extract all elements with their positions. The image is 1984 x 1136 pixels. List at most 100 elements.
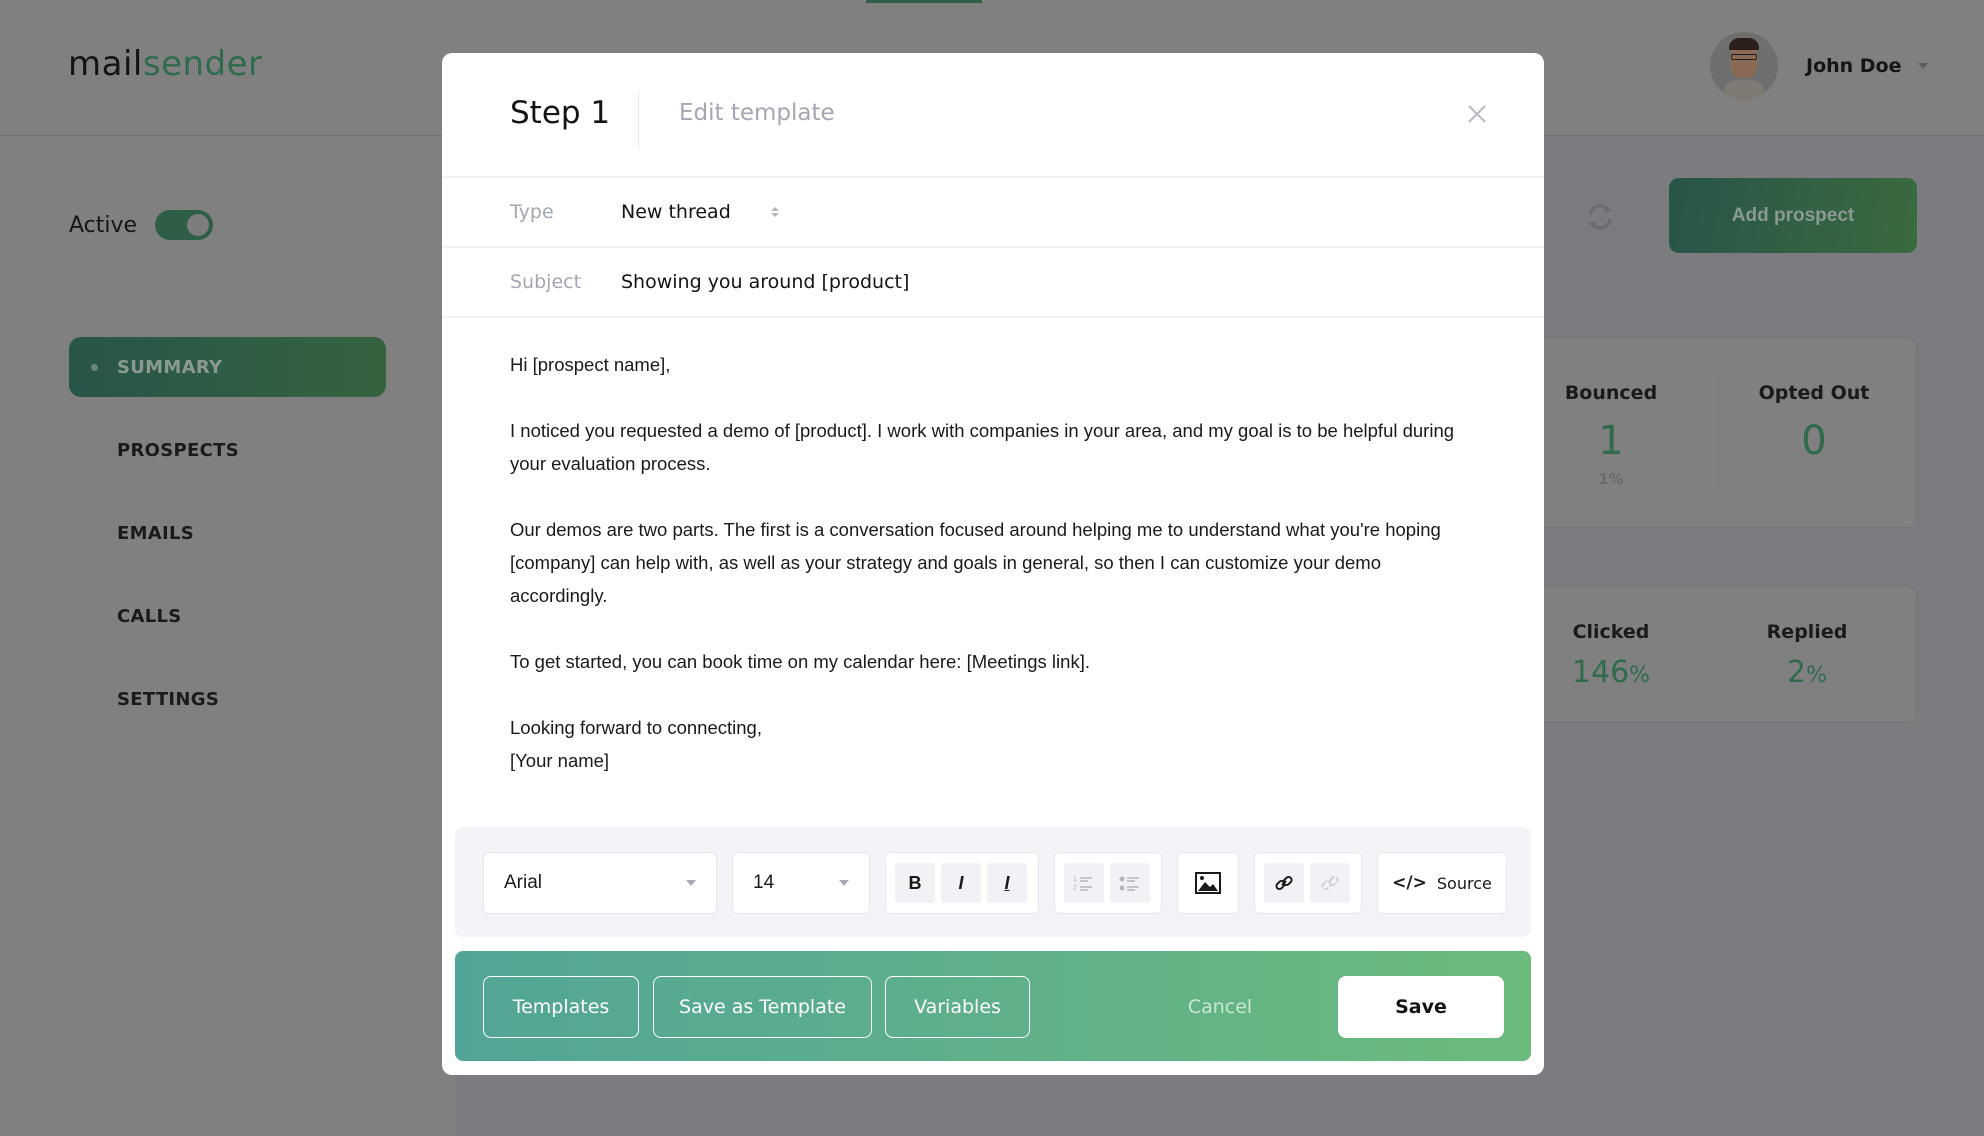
stat-label: Replied (1766, 621, 1848, 643)
svg-text:2: 2 (1073, 885, 1077, 892)
chevron-down-icon (839, 880, 849, 886)
subject-label: Subject (510, 271, 582, 293)
unlink-icon (1321, 875, 1339, 891)
insert-image-button[interactable] (1177, 852, 1239, 914)
divider (1718, 378, 1719, 488)
sidebar-item-label: PROSPECTS (117, 439, 239, 461)
stat-subvalue: 1% (1598, 470, 1624, 488)
bold-icon: B (908, 872, 922, 893)
sidebar-item-label: SETTINGS (117, 688, 220, 710)
save-button[interactable]: Save (1338, 976, 1504, 1038)
bold-button[interactable]: B (895, 863, 935, 903)
list-group: 1 2 (1054, 852, 1162, 914)
font-family-select[interactable]: Arial (483, 852, 717, 914)
type-value: New thread (621, 201, 731, 223)
stat-unit: % (1806, 663, 1827, 688)
stat-label: Bounced (1564, 382, 1658, 404)
font-family-value: Arial (504, 872, 543, 893)
bullet-list-icon (1119, 876, 1139, 891)
email-body-editor[interactable]: Hi [prospect name], I noticed you reques… (442, 318, 1544, 824)
italic-icon: I (958, 872, 964, 893)
user-menu[interactable]: John Doe (1710, 32, 1928, 100)
underline-icon: I (1004, 872, 1010, 893)
sidebar-item-calls[interactable]: CALLS (69, 586, 386, 646)
link-group (1254, 852, 1362, 914)
user-name: John Doe (1806, 55, 1902, 77)
chevron-down-icon (1917, 63, 1928, 69)
underline-button[interactable]: I (987, 863, 1027, 903)
body-paragraph: Hi [prospect name], (510, 354, 671, 375)
image-icon (1195, 872, 1221, 894)
stat-replied: Replied 2% (1737, 621, 1877, 690)
unlink-button[interactable] (1310, 863, 1350, 903)
top-active-indicator (866, 0, 982, 3)
stat-label: Opted Out (1758, 382, 1870, 404)
stat-value: 1 (1598, 418, 1624, 464)
stat-number: 2 (1787, 655, 1807, 690)
sidebar-item-label: CALLS (117, 605, 182, 627)
stat-value: 0 (1801, 418, 1827, 464)
logo-mail: mail (68, 44, 143, 84)
link-icon (1275, 875, 1293, 891)
active-dot-icon (91, 364, 98, 371)
font-size-value: 14 (753, 872, 775, 893)
insert-link-button[interactable] (1264, 863, 1304, 903)
subject-row: Subject Showing you around [product] (442, 248, 1544, 318)
divider (638, 91, 639, 149)
stat-value: 2% (1737, 655, 1877, 690)
type-label: Type (510, 201, 554, 223)
stat-label: Clicked (1572, 621, 1650, 643)
templates-button[interactable]: Templates (483, 976, 639, 1038)
stat-value: 146% (1541, 655, 1681, 690)
cancel-button[interactable]: Cancel (1175, 976, 1265, 1038)
stat-bounced: Bounced 1 1% (1541, 382, 1681, 488)
subject-input[interactable]: Showing you around [product] (621, 271, 909, 293)
active-toggle-row: Active (69, 210, 214, 240)
body-paragraph: Looking forward to connecting, (510, 717, 762, 738)
chevron-down-icon (686, 880, 696, 886)
sidebar-item-label: SUMMARY (117, 356, 223, 378)
modal-footer: Templates Save as Template Variables Can… (455, 951, 1531, 1061)
ordered-list-button[interactable]: 1 2 (1064, 863, 1104, 903)
modal-title: Step 1 (510, 95, 611, 131)
source-button[interactable]: </> Source (1377, 852, 1507, 914)
text-style-group: B I I (885, 852, 1039, 914)
ordered-list-icon: 1 2 (1073, 876, 1092, 892)
stats-card: Clicked 146% Replied 2% (1500, 586, 1917, 723)
body-paragraph: [Your name] (510, 750, 610, 771)
svg-text:1: 1 (1073, 876, 1077, 883)
stat-opted-out: Opted Out 0 (1729, 382, 1899, 464)
select-arrows-icon (770, 207, 779, 217)
sidebar-item-prospects[interactable]: PROSPECTS (69, 420, 386, 480)
sidebar-item-emails[interactable]: EMAILS (69, 503, 386, 563)
variables-button[interactable]: Variables (885, 976, 1030, 1038)
sidebar-item-settings[interactable]: SETTINGS (69, 669, 386, 729)
modal-header: Step 1 Edit template (442, 53, 1544, 178)
sidebar-item-label: EMAILS (117, 522, 195, 544)
sidebar-item-summary[interactable]: SUMMARY (69, 337, 386, 397)
toggle-knob (187, 214, 210, 236)
type-row: Type New thread (442, 178, 1544, 248)
active-toggle[interactable] (155, 210, 214, 240)
stat-clicked: Clicked 146% (1541, 621, 1681, 690)
body-paragraph: I noticed you requested a demo of [produ… (510, 420, 1455, 474)
close-icon[interactable] (1466, 103, 1488, 125)
italic-button[interactable]: I (941, 863, 981, 903)
active-label: Active (69, 212, 138, 238)
logo[interactable]: mailsender (68, 44, 263, 84)
body-paragraph: Our demos are two parts. The first is a … (510, 519, 1441, 606)
logo-sender: sender (142, 44, 263, 84)
refresh-icon[interactable] (1584, 201, 1616, 233)
body-paragraph: To get started, you can book time on my … (510, 651, 1090, 672)
save-as-template-button[interactable]: Save as Template (653, 976, 872, 1038)
sidebar-nav: SUMMARY PROSPECTS EMAILS CALLS SETTINGS (69, 337, 386, 752)
editor-toolbar: Arial 14 B I I 1 2 </> Source (455, 827, 1531, 937)
bullet-list-button[interactable] (1110, 863, 1150, 903)
add-prospect-button[interactable]: Add prospect (1669, 178, 1917, 253)
font-size-select[interactable]: 14 (732, 852, 870, 914)
edit-template-modal: Step 1 Edit template Type New thread Sub… (442, 53, 1544, 1075)
type-select[interactable]: New thread (621, 201, 779, 223)
code-icon: </> (1392, 873, 1427, 893)
source-label: Source (1436, 873, 1492, 893)
avatar (1710, 32, 1778, 100)
